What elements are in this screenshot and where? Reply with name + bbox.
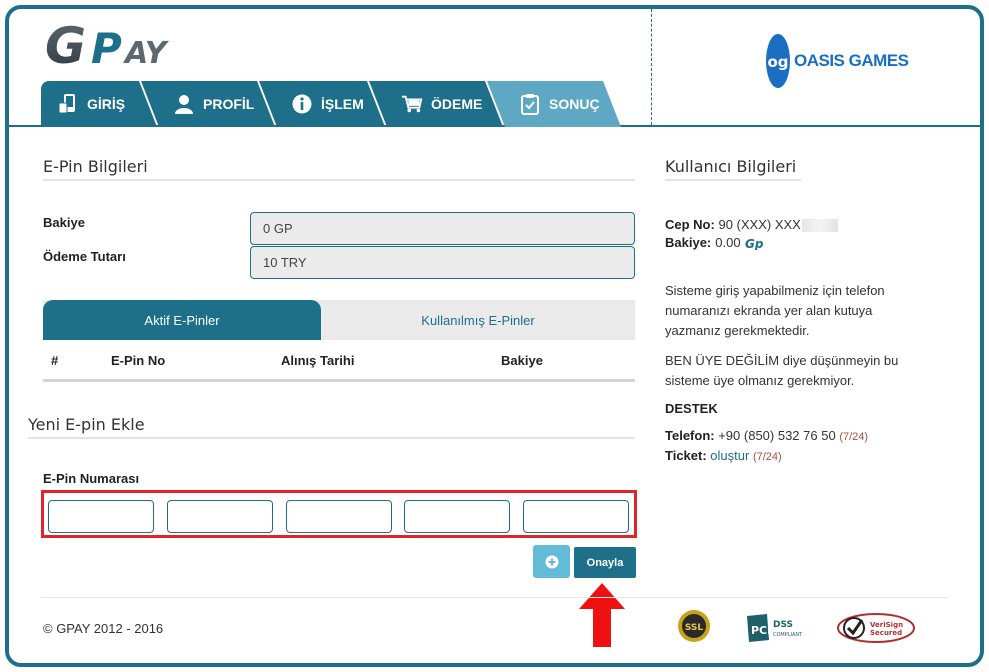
tab-label: SONUÇ bbox=[549, 96, 600, 112]
tab-used-epins[interactable]: Kullanılmış E-Pinler bbox=[321, 300, 635, 340]
svg-text:Secured: Secured bbox=[870, 629, 902, 637]
svg-text:G: G bbox=[45, 19, 86, 73]
balance-field: 0 GP bbox=[250, 212, 635, 245]
clipboard-check-icon bbox=[519, 93, 541, 115]
tab-label: PROFİL bbox=[203, 96, 255, 112]
tab-profil[interactable]: PROFİL bbox=[141, 81, 275, 127]
amount-field: 10 TRY bbox=[250, 246, 635, 279]
membership-note: BEN ÜYE DEĞİLİM diye düşünmeyin bu siste… bbox=[665, 353, 899, 388]
support-ticket-row: Ticket: oluştur (7/24) bbox=[665, 446, 782, 467]
svg-text:AY: AY bbox=[123, 36, 170, 71]
epin-number-label: E-Pin Numarası bbox=[43, 471, 140, 486]
confirm-button[interactable]: Onayla bbox=[574, 547, 636, 578]
ssl-badge-text: SSL bbox=[685, 623, 704, 633]
login-note: Sisteme giriş yapabilmeniz için telefon … bbox=[665, 283, 885, 338]
footer-divider bbox=[41, 597, 949, 598]
epin-table-header: # E-Pin No Alınış Tarihi Bakiye bbox=[43, 340, 635, 382]
epin-input-group bbox=[41, 490, 637, 538]
epin-input-1[interactable] bbox=[48, 500, 154, 533]
svg-text:PCI: PCI bbox=[751, 624, 771, 637]
balance-label: Bakiye bbox=[43, 215, 85, 230]
epin-tabs: Aktif E-Pinler Kullanılmış E-Pinler bbox=[43, 300, 635, 340]
epin-input-4[interactable] bbox=[404, 500, 510, 533]
oasis-games-logo: og OASIS GAMES bbox=[765, 33, 909, 89]
ssl-badge-icon: SSL bbox=[678, 610, 710, 642]
plus-circle-icon bbox=[545, 555, 558, 568]
column-header-balance: Bakiye bbox=[501, 353, 543, 368]
tab-giris[interactable]: GİRİŞ bbox=[41, 81, 157, 127]
svg-text:COMPLIANT: COMPLIANT bbox=[773, 632, 803, 638]
copyright: © GPAY 2012 - 2016 bbox=[43, 621, 164, 636]
main-frame: G P AY og OASIS GAMES GİRİŞ PROFİL İŞLEM… bbox=[5, 5, 984, 667]
support-title: DESTEK bbox=[665, 401, 718, 416]
user-icon bbox=[173, 93, 195, 115]
svg-text:VeriSign: VeriSign bbox=[870, 621, 903, 629]
user-balance-row: Bakiye: 0.00 Gp bbox=[665, 233, 763, 253]
user-info-title: Kullanıcı Bilgileri bbox=[665, 157, 797, 176]
tab-islem[interactable]: İŞLEM bbox=[259, 81, 385, 127]
support-phone-value: +90 (850) 532 76 50 bbox=[718, 428, 836, 443]
masked-digits bbox=[801, 219, 838, 233]
verisign-badge-icon: VeriSign Secured bbox=[837, 613, 915, 643]
add-epin-title: Yeni E-pin Ekle bbox=[28, 415, 145, 434]
phone-label: Cep No: bbox=[665, 217, 715, 232]
tab-odeme[interactable]: ÖDEME bbox=[369, 81, 503, 127]
column-header-date: Alınış Tarihi bbox=[281, 353, 355, 368]
tab-label: GİRİŞ bbox=[87, 96, 126, 112]
column-header-index: # bbox=[51, 353, 59, 368]
red-arrow-icon bbox=[579, 583, 625, 647]
support-phone-label: Telefon: bbox=[665, 428, 715, 443]
cart-icon bbox=[401, 93, 423, 115]
phone-value: 90 (XXX) XXX bbox=[718, 217, 801, 232]
header-divider bbox=[651, 9, 652, 125]
user-balance-value: 0.00 bbox=[715, 235, 741, 250]
epin-input-3[interactable] bbox=[286, 500, 392, 533]
support-phone-row: Telefon: +90 (850) 532 76 50 (7/24) bbox=[665, 426, 868, 447]
oasis-logo-icon: og bbox=[766, 34, 790, 88]
svg-text:P: P bbox=[91, 24, 122, 73]
epin-input-2[interactable] bbox=[167, 500, 273, 533]
phone-card-icon bbox=[57, 93, 79, 115]
svg-text:Gp: Gp bbox=[745, 237, 763, 250]
gpay-logo: G P AY bbox=[45, 19, 170, 73]
info-icon bbox=[291, 93, 313, 115]
user-balance-label: Bakiye: bbox=[665, 235, 712, 250]
epin-input-5[interactable] bbox=[523, 500, 629, 533]
amount-label: Ödeme Tutarı bbox=[43, 249, 126, 264]
add-epin-button[interactable] bbox=[533, 545, 570, 578]
tab-sonuc[interactable]: SONUÇ bbox=[487, 81, 621, 127]
column-header-epin-no: E-Pin No bbox=[111, 353, 166, 368]
header: G P AY og OASIS GAMES GİRİŞ PROFİL İŞLEM… bbox=[9, 9, 980, 127]
section-divider bbox=[28, 437, 635, 439]
svg-text:DSS: DSS bbox=[773, 620, 793, 630]
support-ticket-label: Ticket: bbox=[665, 448, 707, 463]
pci-dss-badge-icon: PCI DSS COMPLIANT bbox=[747, 614, 803, 642]
gp-coin-icon: Gp bbox=[745, 237, 763, 250]
support-ticket-hours: (7/24) bbox=[752, 451, 782, 463]
support-phone-hours: (7/24) bbox=[839, 431, 869, 443]
oasis-logo-text: OASIS GAMES bbox=[794, 51, 909, 70]
svg-text:og: og bbox=[767, 53, 788, 71]
epin-info-title: E-Pin Bilgileri bbox=[43, 157, 148, 176]
create-ticket-link[interactable]: oluştur bbox=[710, 448, 749, 463]
tab-label: ÖDEME bbox=[431, 96, 483, 112]
tab-active-epins[interactable]: Aktif E-Pinler bbox=[43, 300, 321, 340]
phone-row: Cep No: 90 (XXX) XXX bbox=[665, 215, 838, 235]
section-divider bbox=[43, 179, 635, 181]
tab-label: İŞLEM bbox=[321, 96, 364, 112]
section-divider bbox=[665, 179, 801, 181]
